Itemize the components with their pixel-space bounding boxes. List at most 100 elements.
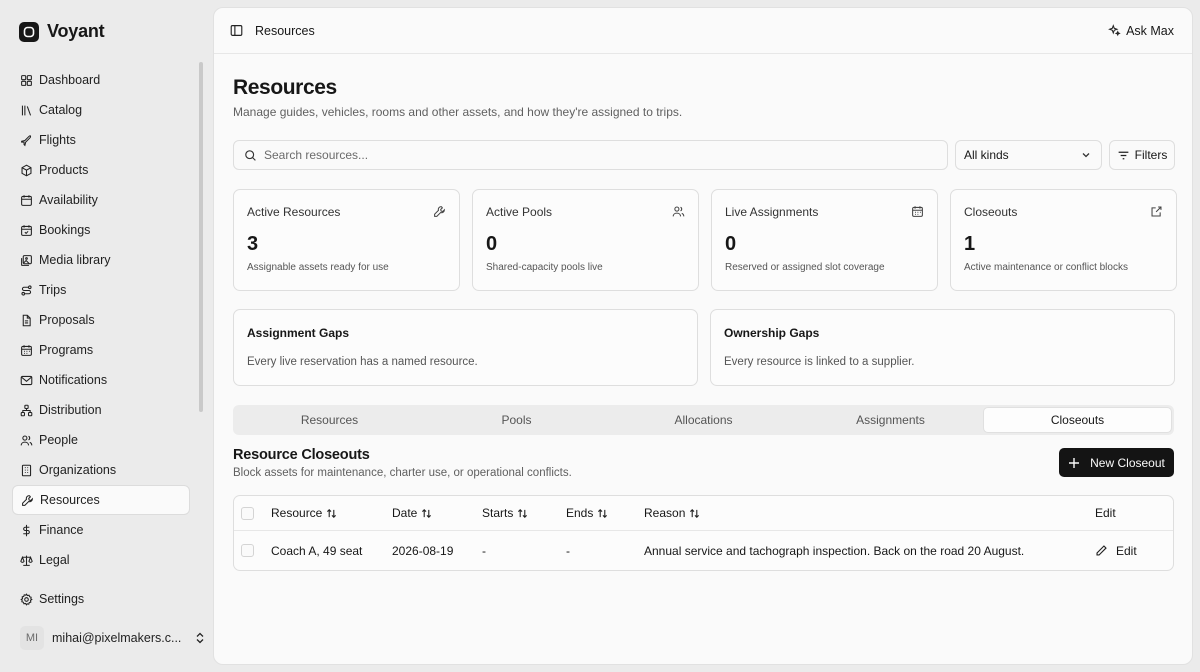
pencil-icon <box>1096 545 1107 556</box>
brand-name: Voyant <box>47 21 105 41</box>
column-label: Ends <box>566 506 594 520</box>
column-label: Starts <box>482 506 514 520</box>
edit-label: Edit <box>1116 543 1137 558</box>
sidebar-item-resources[interactable]: Resources <box>12 485 190 515</box>
dashboard-icon <box>21 74 32 86</box>
stat-value: 1 <box>964 233 976 255</box>
sidebar-item-products[interactable]: Products <box>12 155 190 185</box>
ask-max-label: Ask Max <box>1126 23 1174 38</box>
sort-icon <box>598 508 608 518</box>
sidebar-item-label: Dashboard <box>39 73 101 87</box>
sidebar-item-programs[interactable]: Programs <box>12 335 190 365</box>
sidebar-item-flights[interactable]: Flights <box>12 125 190 155</box>
calendar-check-icon <box>21 224 32 236</box>
row-checkbox[interactable] <box>241 544 254 557</box>
sidebar-item-label: People <box>39 433 78 447</box>
sidebar-item-trips[interactable]: Trips <box>12 275 190 305</box>
sidebar-item-dashboard[interactable]: Dashboard <box>12 65 190 95</box>
cell-date: 2026-08-19 <box>392 543 454 558</box>
sidebar-toggle-icon[interactable] <box>230 24 243 37</box>
column-label: Date <box>392 506 418 520</box>
network-icon <box>20 404 33 416</box>
sidebar-item-proposals[interactable]: Proposals <box>12 305 190 335</box>
sidebar-item-label: Availability <box>39 193 98 207</box>
tab-assignments[interactable]: Assignments <box>797 408 984 432</box>
external-link-icon <box>1151 206 1162 217</box>
tab-closeouts[interactable]: Closeouts <box>984 408 1171 432</box>
voyant-logo-icon <box>19 21 39 42</box>
sidebar-item-organizations[interactable]: Organizations <box>12 455 190 485</box>
sidebar-scrollbar[interactable] <box>199 62 203 412</box>
sort-icon <box>327 508 337 518</box>
breadcrumb[interactable]: Resources <box>255 24 315 38</box>
new-closeout-button[interactable]: New Closeout <box>1059 448 1174 477</box>
column-label: Resource <box>271 506 323 520</box>
sidebar-item-label: Trips <box>39 283 67 297</box>
scale-icon <box>20 555 33 566</box>
search-box[interactable] <box>233 140 948 170</box>
filters-button[interactable]: Filters <box>1109 140 1175 170</box>
user-email: mihai@pixelmakers.c... <box>52 631 182 645</box>
cell-reason: Annual service and tachograph inspection… <box>644 543 1025 558</box>
stat-title: Closeouts <box>964 205 1018 219</box>
calendar-icon <box>21 194 32 206</box>
sidebar-item-notifications[interactable]: Notifications <box>12 365 190 395</box>
calendar-grid-icon <box>21 344 32 356</box>
building-icon <box>21 464 32 476</box>
column-header-edit: Edit <box>1095 506 1155 520</box>
sidebar-item-people[interactable]: People <box>12 425 190 455</box>
stat-card-closeouts: Closeouts 1 Active maintenance or confli… <box>950 189 1177 291</box>
sidebar-item-label: Notifications <box>39 373 108 387</box>
sidebar-item-distribution[interactable]: Distribution <box>12 395 190 425</box>
chevron-down-icon <box>1082 153 1090 158</box>
closeouts-header: Resource Closeouts Block assets for main… <box>233 447 1174 495</box>
cell-resource: Coach A, 49 seat <box>271 543 363 558</box>
sort-icon <box>422 508 432 518</box>
file-icon <box>22 314 31 326</box>
column-header-resource[interactable]: Resource <box>271 506 392 520</box>
image-icon <box>21 254 32 266</box>
wrench-icon <box>22 494 33 506</box>
column-label: Reason <box>644 506 686 520</box>
sidebar-item-label: Distribution <box>39 403 102 417</box>
column-header-starts[interactable]: Starts <box>482 506 566 520</box>
kind-select[interactable]: All kinds <box>955 140 1102 170</box>
column-header-reason[interactable]: Reason <box>644 506 1095 520</box>
sidebar-item-finance[interactable]: Finance <box>12 515 190 545</box>
main-panel: Resources Ask Max Resources Manage guide… <box>213 7 1193 665</box>
stat-value: 0 <box>725 233 737 255</box>
gap-text: Every resource is linked to a supplier. <box>724 356 915 368</box>
stats-grid: Active Resources 3 Assignable assets rea… <box>233 189 1177 291</box>
calendar-icon <box>912 206 923 217</box>
dollar-icon <box>23 524 30 536</box>
edit-row-button[interactable]: Edit <box>1095 544 1155 558</box>
user-menu[interactable]: MI mihai@pixelmakers.c... <box>20 626 205 650</box>
column-header-ends[interactable]: Ends <box>566 506 644 520</box>
tab-resources[interactable]: Resources <box>236 408 423 432</box>
sidebar-item-catalog[interactable]: Catalog <box>12 95 190 125</box>
sidebar-item-settings[interactable]: Settings <box>12 584 190 614</box>
search-row: All kinds Filters <box>233 140 1175 170</box>
sidebar-item-label: Legal <box>39 553 70 567</box>
sidebar-nav: Dashboard Catalog Flights Products Avail… <box>12 65 190 575</box>
sidebar-item-availability[interactable]: Availability <box>12 185 190 215</box>
brand[interactable]: Voyant <box>19 21 105 42</box>
tab-allocations[interactable]: Allocations <box>610 408 797 432</box>
sidebar-item-label: Flights <box>39 133 76 147</box>
search-input[interactable] <box>264 148 864 162</box>
closeouts-table: Resource Date Starts Ends Reason Edit Co… <box>233 495 1174 571</box>
sidebar-item-bookings[interactable]: Bookings <box>12 215 190 245</box>
tab-pools[interactable]: Pools <box>423 408 610 432</box>
stat-card-active-pools: Active Pools 0 Shared-capacity pools liv… <box>472 189 699 291</box>
sidebar-item-media-library[interactable]: Media library <box>12 245 190 275</box>
sidebar: Voyant Dashboard Catalog Flights Product… <box>0 0 206 672</box>
cell-ends: - <box>566 543 570 558</box>
select-all-checkbox[interactable] <box>241 506 254 520</box>
table-row[interactable]: Coach A, 49 seat 2026-08-19 - - Annual s… <box>234 530 1173 570</box>
ask-max-button[interactable]: Ask Max <box>1108 24 1174 38</box>
column-header-date[interactable]: Date <box>392 506 482 520</box>
section-subtitle: Block assets for maintenance, charter us… <box>233 467 572 479</box>
stat-title: Active Resources <box>247 205 341 219</box>
topbar: Resources Ask Max <box>214 8 1192 54</box>
sidebar-item-legal[interactable]: Legal <box>12 545 190 575</box>
